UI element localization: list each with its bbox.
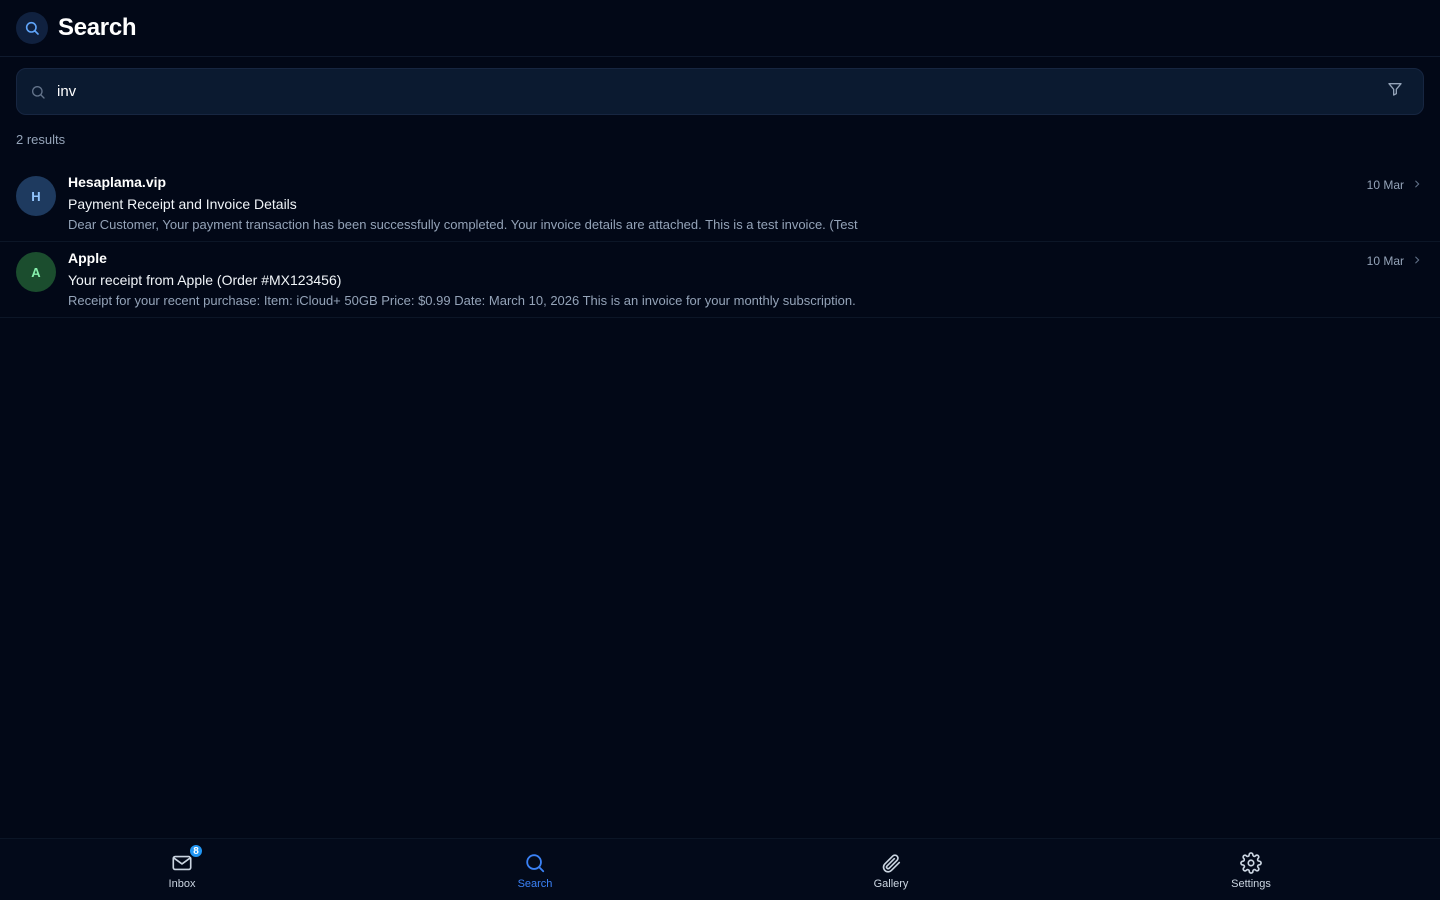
email-date: 10 Mar: [1366, 254, 1404, 268]
nav-label: Gallery: [873, 878, 909, 890]
avatar: A: [16, 252, 56, 292]
email-date: 10 Mar: [1366, 178, 1404, 192]
paperclip-icon: [879, 851, 903, 875]
nav-label: Inbox: [168, 878, 196, 890]
search-icon: [29, 83, 47, 101]
search-container: [0, 57, 1440, 115]
search-icon: [16, 12, 48, 44]
sender-name: Apple: [68, 250, 107, 266]
email-subject: Your receipt from Apple (Order #MX123456…: [68, 272, 342, 288]
unread-badge: 8: [188, 843, 204, 859]
email-snippet: Dear Customer, Your payment transaction …: [68, 217, 858, 232]
result-content: Hesaplama.vip Payment Receipt and Invoic…: [68, 172, 1424, 241]
nav-item-settings[interactable]: Settings: [1211, 851, 1291, 890]
result-list: H Hesaplama.vip Payment Receipt and Invo…: [0, 166, 1440, 318]
search-input[interactable]: [57, 83, 1379, 100]
chevron-right-icon: [1412, 176, 1422, 194]
nav-item-gallery[interactable]: Gallery: [851, 851, 931, 890]
search-bar: [16, 68, 1424, 115]
chevron-right-icon: [1412, 252, 1422, 270]
nav-label: Settings: [1231, 878, 1271, 890]
nav-item-inbox[interactable]: 8 Inbox: [142, 843, 222, 890]
header: Search: [0, 0, 1440, 57]
app-root: Search 2 results H Hesap: [0, 0, 1440, 900]
result-item[interactable]: A Apple Your receipt from Apple (Order #…: [0, 242, 1440, 318]
gear-icon: [1239, 851, 1263, 875]
avatar: H: [16, 176, 56, 216]
result-meta: 10 Mar: [1367, 252, 1422, 270]
page-title: Search: [58, 14, 137, 41]
mail-icon: 8: [170, 843, 204, 875]
results-count: 2 results: [16, 132, 66, 147]
email-subject: Payment Receipt and Invoice Details: [68, 196, 297, 212]
nav-label: Search: [517, 878, 553, 890]
nav-item-search[interactable]: Search: [495, 851, 575, 890]
result-content: Apple Your receipt from Apple (Order #MX…: [68, 248, 1424, 317]
sender-name: Hesaplama.vip: [68, 174, 167, 190]
filter-button[interactable]: [1379, 76, 1411, 108]
result-meta: 10 Mar: [1367, 176, 1422, 194]
bottom-nav: 8 Inbox Search Gallery Settings: [0, 838, 1440, 900]
search-icon: [523, 851, 547, 875]
email-snippet: Receipt for your recent purchase: Item: …: [68, 293, 858, 308]
result-item[interactable]: H Hesaplama.vip Payment Receipt and Invo…: [0, 166, 1440, 242]
filter-icon: [1387, 81, 1403, 102]
